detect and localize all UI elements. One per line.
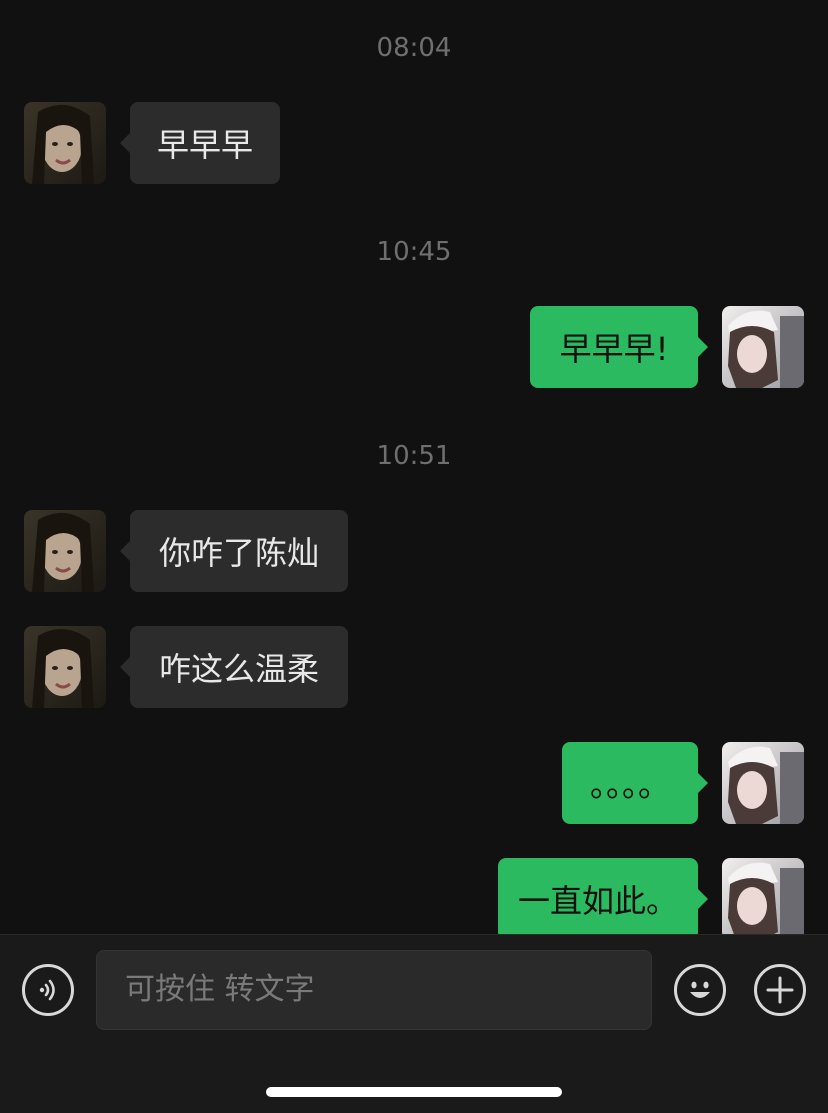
message-list[interactable]: 08:04 早早早 10:45 早早早! 10:51 你咋了陈灿 咋这么温柔 。…	[0, 0, 828, 934]
outgoing-message[interactable]: 。。。。	[562, 742, 708, 824]
home-indicator[interactable]	[266, 1087, 562, 1097]
incoming-message[interactable]: 咋这么温柔	[120, 626, 348, 708]
timestamp: 10:51	[376, 441, 452, 471]
timestamp: 10:45	[376, 237, 452, 267]
timestamp: 08:04	[376, 33, 452, 63]
message-input[interactable]: 可按住 转文字	[96, 950, 652, 1030]
contact-avatar[interactable]	[24, 510, 106, 592]
incoming-message[interactable]: 你咋了陈灿	[120, 510, 348, 592]
my-avatar[interactable]	[722, 858, 804, 934]
my-avatar[interactable]	[722, 306, 804, 388]
my-avatar[interactable]	[722, 742, 804, 824]
chat-screen: 08:04 早早早 10:45 早早早! 10:51 你咋了陈灿 咋这么温柔 。…	[0, 0, 828, 1113]
incoming-message[interactable]: 早早早	[120, 102, 280, 184]
outgoing-message[interactable]: 一直如此。	[498, 858, 708, 934]
input-bar: 可按住 转文字	[0, 934, 828, 1113]
voice-icon[interactable]	[22, 964, 74, 1016]
emoji-icon[interactable]	[674, 964, 726, 1016]
plus-icon[interactable]	[754, 964, 806, 1016]
contact-avatar[interactable]	[24, 102, 106, 184]
outgoing-message[interactable]: 早早早!	[530, 306, 708, 388]
contact-avatar[interactable]	[24, 626, 106, 708]
